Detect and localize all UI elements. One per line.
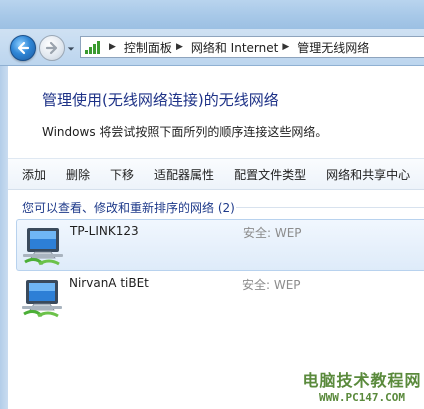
chevron-down-icon	[67, 47, 75, 51]
arrow-left-icon	[17, 41, 30, 55]
watermark-title: 电脑技术教程网	[302, 371, 422, 390]
address-bar[interactable]: ▶ 控制面板 ▶ 网络和 Internet ▶ 管理无线网络	[80, 36, 424, 58]
forward-button[interactable]	[39, 35, 65, 61]
breadcrumb-separator[interactable]: ▶	[109, 42, 116, 52]
window-left-border	[0, 66, 8, 409]
network-name: NirvanA tiBEt	[69, 276, 149, 290]
breadcrumb-manage-wireless[interactable]: 管理无线网络	[297, 39, 369, 56]
network-signal-icon	[85, 40, 101, 54]
breadcrumb-network-internet[interactable]: 网络和 Internet	[191, 39, 278, 56]
network-group-title[interactable]: 您可以查看、修改和重新排序的网络 (2)	[22, 199, 235, 216]
network-security: 安全: WEP	[242, 278, 301, 292]
remove-button[interactable]: 删除	[66, 166, 90, 183]
move-down-button[interactable]: 下移	[110, 166, 134, 183]
network-list-item[interactable]: TP-LINK123 安全: WEP	[16, 219, 424, 271]
breadcrumb-separator[interactable]: ▶	[282, 42, 289, 52]
add-button[interactable]: 添加	[22, 166, 46, 183]
watermark-url: WWW.PC147.COM	[318, 391, 406, 404]
command-toolbar: 添加 删除 下移 适配器属性 配置文件类型 网络和共享中心	[8, 158, 424, 190]
adapter-properties-button[interactable]: 适配器属性	[154, 166, 214, 183]
wireless-network-icon	[22, 280, 62, 318]
page-description: Windows 将尝试按照下面所列的顺序连接这些网络。	[42, 125, 328, 139]
network-security: 安全: WEP	[243, 226, 302, 240]
breadcrumb-control-panel[interactable]: 控制面板	[124, 39, 172, 56]
profile-types-button[interactable]: 配置文件类型	[234, 166, 306, 183]
recent-pages-dropdown[interactable]	[66, 44, 76, 54]
page-title: 管理使用(无线网络连接)的无线网络	[42, 91, 279, 109]
wireless-network-icon	[23, 228, 63, 266]
window-titlebar	[0, 0, 424, 29]
site-watermark: 电脑技术教程网 WWW.PC147.COM	[300, 367, 424, 404]
breadcrumb-separator[interactable]: ▶	[176, 42, 183, 52]
network-list-item[interactable]: NirvanA tiBEt 安全: WEP	[16, 272, 424, 324]
sharing-center-button[interactable]: 网络和共享中心	[326, 166, 410, 183]
arrow-right-icon	[45, 41, 58, 55]
network-name: TP-LINK123	[70, 224, 139, 238]
group-divider	[236, 207, 424, 208]
back-button[interactable]	[10, 35, 36, 61]
